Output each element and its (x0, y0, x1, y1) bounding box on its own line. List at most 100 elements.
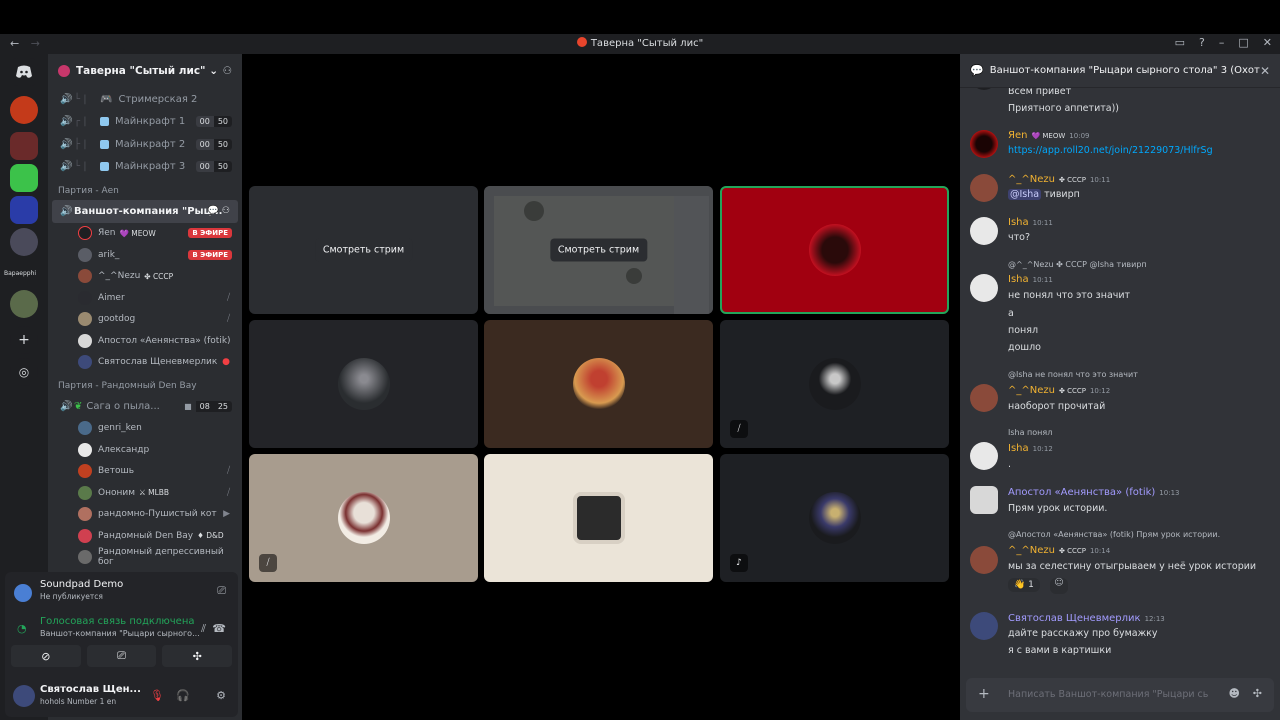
avatar[interactable] (13, 685, 35, 707)
avatar (78, 355, 92, 370)
camera-off-button[interactable]: ⊘ (11, 645, 81, 667)
username[interactable]: Апостол «Аенянства» (fotik) (1008, 487, 1155, 498)
server-icon[interactable] (10, 164, 38, 192)
gear-icon[interactable]: ⚙ (216, 689, 226, 702)
user-tile-speaking[interactable] (720, 186, 949, 314)
voice-channel[interactable]: 🔊 └ | 🎮 Стримерская 2 (48, 88, 242, 111)
voice-user[interactable]: arik_ В ЭФИРЕ (48, 244, 242, 266)
avatar[interactable] (970, 130, 998, 158)
chat-panel: 💬 Ваншот-компания "Рыцари сырного стола"… (960, 54, 1280, 720)
voice-status[interactable]: Голосовая связь подключена (40, 616, 195, 627)
stream-tile[interactable]: Смотреть стрим (484, 186, 713, 314)
username[interactable]: ^_^Nezu (1008, 174, 1055, 185)
message-link[interactable]: https://app.roll20.net/join/21229073/Hlf… (1008, 145, 1213, 156)
channel-actions[interactable]: 💬 ⚇ (208, 206, 230, 216)
discord-home-icon[interactable] (10, 58, 38, 86)
screen-share-icon[interactable]: ⎚ (217, 584, 226, 598)
avatar[interactable] (970, 442, 998, 470)
disconnect-icon[interactable]: ☎ (212, 622, 226, 635)
avatar[interactable] (970, 174, 998, 202)
avatar[interactable] (970, 217, 998, 245)
server-icon[interactable] (10, 290, 38, 318)
watch-stream-button[interactable]: Смотреть стрим (549, 238, 648, 262)
voice-channel-active[interactable]: 🔊 Ваншот-компания "Рыц... 💬 ⚇ (52, 200, 238, 223)
username[interactable]: ^_^Nezu (1008, 385, 1055, 396)
emoji-icon[interactable]: ☻ (1229, 687, 1240, 700)
add-user-icon[interactable]: ⚇ (223, 65, 232, 77)
username[interactable]: Святослав Щеневмерлик (1008, 613, 1141, 624)
category-header[interactable]: Партия - Аеn (48, 178, 242, 200)
voice-user[interactable]: Яеn 💜 MEOW В ЭФИРЕ (48, 223, 242, 245)
voice-user[interactable]: Рандомный депрессивный бог (48, 547, 242, 569)
mic-muted-icon[interactable]: 🎙 (150, 689, 164, 702)
voice-user[interactable]: Александр (48, 439, 242, 461)
voice-channel[interactable]: 🔊 ├ | Майнкрафт 2 00 50 (48, 133, 242, 156)
voice-channel[interactable]: 🔊 ❦ Сага о пыла... ■ 08 25 (48, 395, 242, 418)
username[interactable]: Isha (1008, 217, 1029, 228)
reply-preview[interactable]: Isha понял (1008, 428, 1052, 437)
watch-stream-button[interactable]: Смотреть стрим (314, 238, 413, 262)
attach-icon[interactable]: + (978, 686, 990, 702)
help-icon[interactable]: ? (1199, 36, 1205, 49)
voice-user[interactable]: ^_^Nezu ✤ СССР (48, 266, 242, 288)
message-input[interactable]: Написать Ваншот-компания "Рыцари сы... (1008, 689, 1208, 700)
close-icon[interactable]: ✕ (1260, 64, 1270, 78)
maximize-button[interactable]: □ (1238, 36, 1248, 49)
guild-header[interactable]: Таверна "Сытый лис" ⌄ ⚇ (48, 54, 242, 88)
server-icon[interactable] (10, 196, 38, 224)
cube-icon (100, 162, 109, 172)
reply-preview[interactable]: @Апостол «Аенянства» (fotik) Прям урок и… (1008, 530, 1220, 539)
reaction[interactable]: 👋 1 (1008, 578, 1040, 592)
user-tile[interactable]: ♪ (720, 454, 949, 582)
voice-channel[interactable]: 🔊 └ | Майнкрафт 3 00 50 (48, 156, 242, 179)
voice-channel-name[interactable]: Ваншот-компания "Рыцари сырного... (40, 629, 200, 638)
close-window-button[interactable]: ✕ (1263, 36, 1272, 49)
screen-share-button[interactable]: ⎚ (86, 645, 157, 667)
add-server-icon[interactable]: + (10, 326, 38, 354)
voice-user[interactable]: Апостол «Аенянства» (fotik) (48, 330, 242, 352)
message: @Апостол «Аенянства» (fotik) Прям урок и… (960, 530, 1280, 594)
avatar[interactable] (970, 486, 998, 514)
minimize-button[interactable]: – (1219, 36, 1225, 49)
headphones-icon[interactable]: 🎧 (176, 689, 190, 702)
reply-preview[interactable]: @^_^Nezu ✤ СССР @Isha тивирп (1008, 260, 1147, 269)
mention[interactable]: @Isha (1008, 189, 1042, 200)
apps-icon[interactable]: ✣ (1253, 687, 1262, 700)
camera-icon: ■ (184, 401, 192, 411)
voice-channel[interactable]: 🔊 ┌ | Майнкрафт 1 00 50 (48, 111, 242, 134)
voice-user[interactable]: gootdog ⧸ (48, 309, 242, 331)
user-tile[interactable] (484, 320, 713, 448)
server-icon[interactable] (10, 228, 38, 256)
avatar[interactable] (970, 612, 998, 640)
server-icon[interactable] (10, 132, 38, 160)
voice-user[interactable]: Ононим ⚔ MLBB ⧸ (48, 482, 242, 504)
user-tile[interactable] (484, 454, 713, 582)
user-tile[interactable] (249, 320, 478, 448)
reply-preview[interactable]: @Isha не понял что это значит (1008, 370, 1138, 379)
voice-user[interactable]: Святослав Щеневмерлик ● (48, 352, 242, 374)
stream-tile[interactable]: Смотреть стрим (249, 186, 478, 314)
user-tile[interactable]: ⧸ (249, 454, 478, 582)
username[interactable]: Isha (1008, 443, 1029, 454)
username[interactable]: ^_^Nezu (1008, 545, 1055, 556)
avatar[interactable] (970, 274, 998, 302)
mic-muted-icon: ⧸ (226, 466, 230, 477)
voice-user[interactable]: Aimer ⧸ (48, 287, 242, 309)
avatar[interactable] (970, 546, 998, 574)
voice-user[interactable]: genri_ken (48, 418, 242, 440)
speaker-icon: 🔊 (60, 138, 73, 150)
add-reaction-icon[interactable]: ☺ (1050, 578, 1068, 594)
voice-user[interactable]: Рандомный Den Bay ♦ D&D (48, 525, 242, 547)
voice-user[interactable]: рандомно-Пушистый кот ▶ (48, 504, 242, 526)
noise-suppression-icon[interactable]: ⫽ (201, 622, 206, 636)
username[interactable]: Isha (1008, 274, 1029, 285)
discover-icon[interactable]: ◎ (10, 358, 38, 386)
user-tile[interactable]: ⧸ (720, 320, 949, 448)
activities-button[interactable]: ✣ (162, 645, 233, 667)
username[interactable]: Яеn (1008, 130, 1027, 141)
category-header[interactable]: Партия - Рандомный Den Bay (48, 373, 242, 395)
server-icon[interactable] (10, 96, 38, 124)
avatar[interactable] (970, 384, 998, 412)
inbox-icon[interactable]: ▭ (1175, 36, 1185, 49)
voice-user[interactable]: Ветошь ⧸ (48, 461, 242, 483)
